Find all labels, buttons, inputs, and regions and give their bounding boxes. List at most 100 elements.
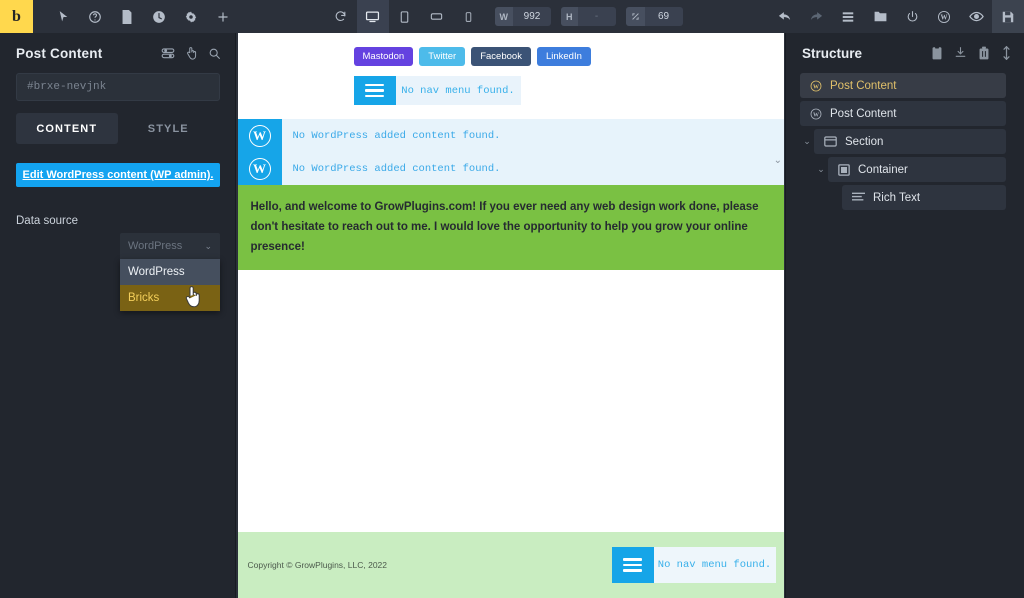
structure-panel-icon[interactable] — [832, 0, 864, 33]
social-button-mastodon[interactable]: Mastodon — [353, 47, 414, 66]
wordpress-placeholder-row[interactable]: No WordPress added content found. — [282, 152, 784, 185]
toolbar-spacer-left — [239, 0, 325, 33]
interactions-icon[interactable] — [185, 46, 198, 60]
data-source-label: Data source — [16, 215, 79, 227]
tab-style[interactable]: STYLE — [118, 113, 220, 144]
chevron-down-icon: ⌄ — [773, 155, 782, 166]
tree-item-label: Post Content — [830, 79, 897, 92]
tree-item-section[interactable]: ⌄ Section — [803, 129, 1006, 154]
hamburger-menu-icon[interactable] — [353, 76, 396, 105]
import-icon[interactable] — [954, 46, 967, 60]
chevron-down-icon[interactable]: ⌄ — [800, 136, 814, 147]
desktop-icon[interactable] — [356, 0, 389, 33]
structure-panel-header-icons — [931, 46, 1012, 60]
site-footer[interactable]: Copyright © GrowPlugins, LLC, 2022 No na… — [237, 532, 784, 598]
refresh-icon[interactable] — [325, 0, 357, 33]
canvas-height-field[interactable]: H - — [561, 7, 616, 26]
workspace: Post Content CONTENT ST — [0, 33, 1024, 598]
zoom-value[interactable]: 69 — [645, 11, 683, 22]
rich-text-icon — [852, 192, 865, 203]
data-source-select[interactable]: WordPress ⌄ WordPress Bricks — [120, 233, 220, 311]
structure-tree: W Post Content W Post Content ⌄ Section — [786, 73, 1024, 210]
data-source-select-box[interactable]: WordPress ⌄ — [120, 233, 220, 259]
tree-item-rich-text[interactable]: Rich Text — [842, 185, 1006, 210]
page-canvas[interactable]: Mastodon Twitter Facebook LinkedIn No na… — [237, 33, 784, 598]
element-panel-body: CONTENT STYLE Edit WordPress content (WP… — [0, 73, 235, 234]
welcome-text: Hello, and welcome to GrowPlugins.com! I… — [250, 201, 759, 254]
dropdown-option-bricks[interactable]: Bricks — [120, 285, 220, 311]
toolbar-left-group — [47, 0, 239, 33]
footer-nav-message: No nav menu found. — [657, 559, 772, 571]
social-button-twitter[interactable]: Twitter — [419, 47, 466, 66]
tree-item-container[interactable]: ⌄ Container — [817, 157, 1006, 182]
wordpress-icon-row: W — [238, 152, 282, 185]
social-button-facebook[interactable]: Facebook — [471, 47, 531, 66]
wordpress-placeholder-text: No WordPress added content found. — [292, 129, 501, 142]
dropdown-option-wordpress[interactable]: WordPress — [120, 259, 220, 285]
power-icon[interactable] — [896, 0, 928, 33]
tree-item-label: Rich Text — [873, 191, 921, 204]
structure-panel: Structure W Post Content W Post Content … — [785, 33, 1024, 598]
help-icon[interactable] — [79, 0, 111, 33]
tablet-portrait-icon[interactable] — [389, 0, 421, 33]
width-value[interactable]: 992 — [513, 11, 551, 22]
redo-icon[interactable] — [800, 0, 832, 33]
width-label: W — [494, 7, 513, 26]
undo-icon[interactable] — [768, 0, 800, 33]
tree-item-post-content-2[interactable]: W Post Content — [800, 101, 1006, 126]
element-settings-icon[interactable] — [161, 46, 175, 60]
svg-text:W: W — [941, 13, 948, 21]
edit-wordpress-content-button[interactable]: Edit WordPress content (WP admin). — [16, 163, 220, 187]
plus-icon[interactable] — [207, 0, 239, 33]
edit-wordpress-content-label: Edit WordPress content (WP admin). — [22, 169, 214, 181]
header-nav-menu-block[interactable]: No nav menu found. — [353, 76, 521, 105]
settings-icon[interactable] — [175, 0, 207, 33]
wordpress-icon[interactable]: W — [928, 0, 960, 33]
data-source-row: Data source — [16, 208, 219, 234]
preview-eye-icon[interactable] — [960, 0, 992, 33]
top-toolbar: b W 992 H - 69 W — [0, 0, 1024, 33]
footer-nav-menu-block[interactable]: No nav menu found. — [611, 547, 776, 583]
expand-collapse-icon[interactable] — [1001, 46, 1012, 60]
toolbar-left-pad — [33, 0, 47, 33]
bricks-logo-button[interactable]: b — [0, 0, 33, 33]
search-icon[interactable] — [208, 47, 221, 60]
page-title: Post Content — [16, 45, 103, 61]
tree-item-post-content-1[interactable]: W Post Content — [800, 73, 1006, 98]
history-icon[interactable] — [143, 0, 175, 33]
welcome-section[interactable]: Hello, and welcome to GrowPlugins.com! I… — [237, 185, 784, 271]
chevron-down-icon: ⌄ — [204, 240, 212, 251]
save-icon[interactable] — [992, 0, 1024, 33]
element-panel-header: Post Content — [0, 33, 235, 73]
tab-content[interactable]: CONTENT — [16, 113, 118, 144]
paste-icon[interactable] — [931, 46, 943, 60]
wordpress-content-placeholder-block[interactable]: W W No WordPress added content found. No… — [237, 119, 784, 185]
chevron-down-icon[interactable]: ⌄ — [814, 164, 828, 175]
height-value[interactable]: - — [578, 11, 616, 22]
canvas-width-field[interactable]: W 992 — [494, 7, 551, 26]
social-button-linkedin[interactable]: LinkedIn — [536, 47, 591, 66]
hamburger-menu-icon[interactable] — [611, 547, 654, 583]
svg-text:W: W — [813, 112, 819, 118]
svg-text:W: W — [813, 84, 819, 90]
delete-icon[interactable] — [978, 46, 990, 60]
canvas-zoom-field[interactable]: 69 — [625, 7, 683, 26]
wordpress-placeholder-text: No WordPress added content found. — [292, 162, 501, 175]
panel-tabs: CONTENT STYLE — [16, 113, 219, 144]
wordpress-placeholder-row[interactable]: No WordPress added content found. — [282, 119, 784, 152]
cursor-icon[interactable] — [47, 0, 79, 33]
page-icon[interactable] — [111, 0, 143, 33]
wordpress-icon: W — [810, 108, 822, 120]
container-icon — [838, 163, 850, 176]
structure-title: Structure — [802, 45, 863, 61]
tree-item-label: Section — [845, 135, 884, 148]
tablet-landscape-icon[interactable] — [421, 0, 453, 33]
toolbar-right-group: W — [768, 0, 1024, 33]
element-id-input[interactable] — [16, 73, 220, 101]
canvas-area: Mastodon Twitter Facebook LinkedIn No na… — [236, 33, 785, 598]
templates-icon[interactable] — [864, 0, 896, 33]
header-nav-message: No nav menu found. — [401, 84, 515, 97]
zoom-icon — [625, 7, 645, 26]
wordpress-icon: W — [248, 157, 271, 180]
mobile-icon[interactable] — [453, 0, 485, 33]
